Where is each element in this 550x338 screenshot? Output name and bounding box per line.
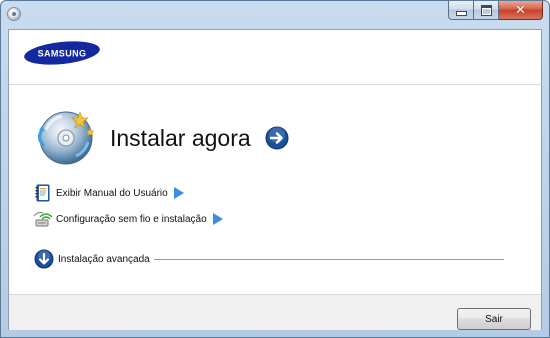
header-banner: SAMSUNG xyxy=(9,30,541,85)
expand-down-icon[interactable] xyxy=(34,249,54,269)
manual-icon xyxy=(35,184,50,202)
samsung-logo-text: SAMSUNG xyxy=(38,49,87,59)
wireless-setup-label: Configuração sem fio e instalação xyxy=(56,213,207,225)
samsung-logo: SAMSUNG xyxy=(24,41,100,65)
advanced-install-label[interactable]: Instalação avançada xyxy=(58,254,150,265)
minimize-button[interactable] xyxy=(448,1,474,20)
close-icon: ✕ xyxy=(515,2,526,18)
install-cd-icon xyxy=(37,111,95,165)
client-area: SAMSUNG Instalar agora Exibir Manual do … xyxy=(8,29,542,330)
wireless-icon xyxy=(34,211,52,227)
footer-bar: Sair xyxy=(9,294,541,330)
exit-button[interactable]: Sair xyxy=(457,308,531,330)
title-bar[interactable]: ✕ xyxy=(1,1,549,29)
maximize-button[interactable] xyxy=(474,1,499,20)
install-now-label: Instalar agora xyxy=(110,124,251,151)
advanced-install-row: Instalação avançada xyxy=(34,249,504,269)
view-manual-label: Exibir Manual do Usuário xyxy=(56,187,168,199)
play-arrow-icon xyxy=(173,187,184,199)
view-manual-link[interactable]: Exibir Manual do Usuário xyxy=(34,184,184,202)
app-icon xyxy=(7,7,21,21)
minimize-icon xyxy=(455,10,467,16)
close-button[interactable]: ✕ xyxy=(499,1,543,20)
divider-line xyxy=(153,259,504,260)
install-now-button[interactable]: Instalar agora xyxy=(36,104,289,168)
caption-buttons: ✕ xyxy=(448,1,543,20)
maximize-icon xyxy=(480,4,492,16)
wireless-setup-link[interactable]: Configuração sem fio e instalação xyxy=(34,210,223,228)
go-arrow-icon xyxy=(265,126,289,150)
play-arrow-icon xyxy=(212,213,223,225)
installer-window: ✕ SAMSUNG Instalar agora Exibir Manual d… xyxy=(0,0,550,338)
